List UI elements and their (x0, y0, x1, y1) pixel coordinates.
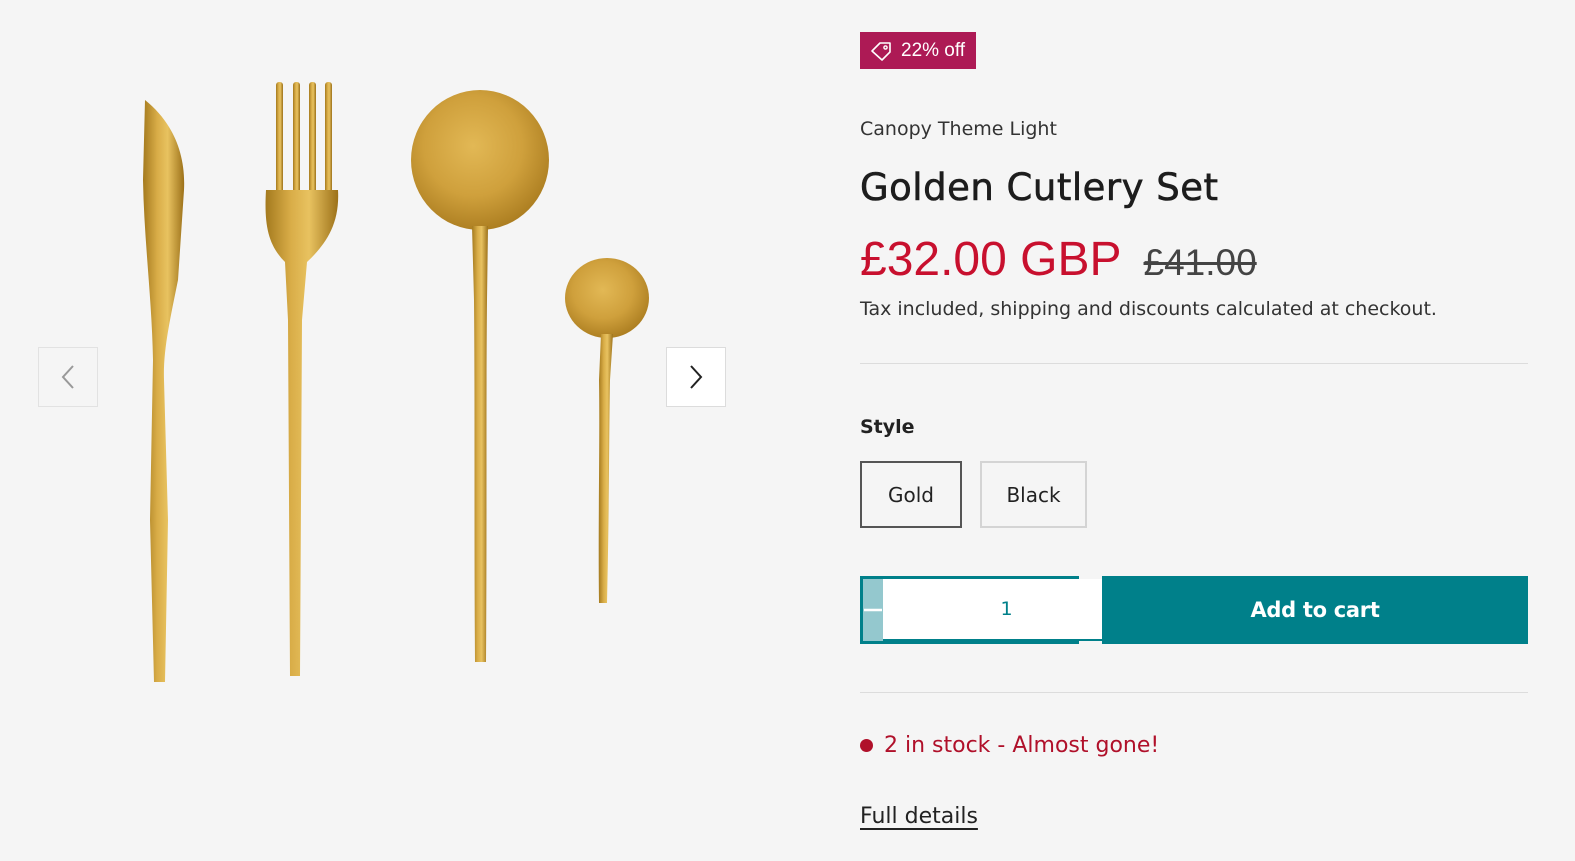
sale-price: £32.00 GBP (860, 233, 1122, 286)
chevron-right-icon (690, 365, 703, 389)
divider (860, 692, 1528, 693)
style-option-black[interactable]: Black (980, 461, 1087, 528)
full-details-link[interactable]: Full details (860, 804, 978, 829)
compare-price: £41.00 (1143, 242, 1257, 283)
gallery-next-button[interactable] (666, 347, 726, 407)
discount-badge: 22% off (860, 32, 977, 69)
chevron-left-icon (61, 365, 74, 389)
add-to-cart-button[interactable]: Add to cart (1102, 576, 1528, 644)
product-gallery (0, 0, 760, 861)
product-vendor: Canopy Theme Light (860, 118, 1057, 140)
quantity-stepper (860, 576, 1150, 644)
minus-icon (864, 608, 882, 612)
divider (860, 363, 1528, 364)
gallery-prev-button[interactable] (38, 347, 98, 407)
tax-note: Tax included, shipping and discounts cal… (860, 298, 1437, 320)
quantity-decrease-button[interactable] (863, 579, 883, 641)
style-option-gold[interactable]: Gold (860, 461, 962, 528)
product-title: Golden Cutlery Set (860, 166, 1219, 210)
stock-text: 2 in stock - Almost gone! (884, 733, 1160, 758)
product-image (143, 82, 649, 682)
tag-icon (871, 41, 891, 61)
stock-dot-icon (860, 739, 873, 752)
discount-text: 22% off (901, 39, 966, 61)
style-label: Style (860, 416, 915, 438)
stock-status: 2 in stock - Almost gone! (860, 733, 1159, 758)
quantity-input[interactable] (883, 579, 1130, 641)
price-row: £32.00 GBP £41.00 (860, 232, 1257, 287)
